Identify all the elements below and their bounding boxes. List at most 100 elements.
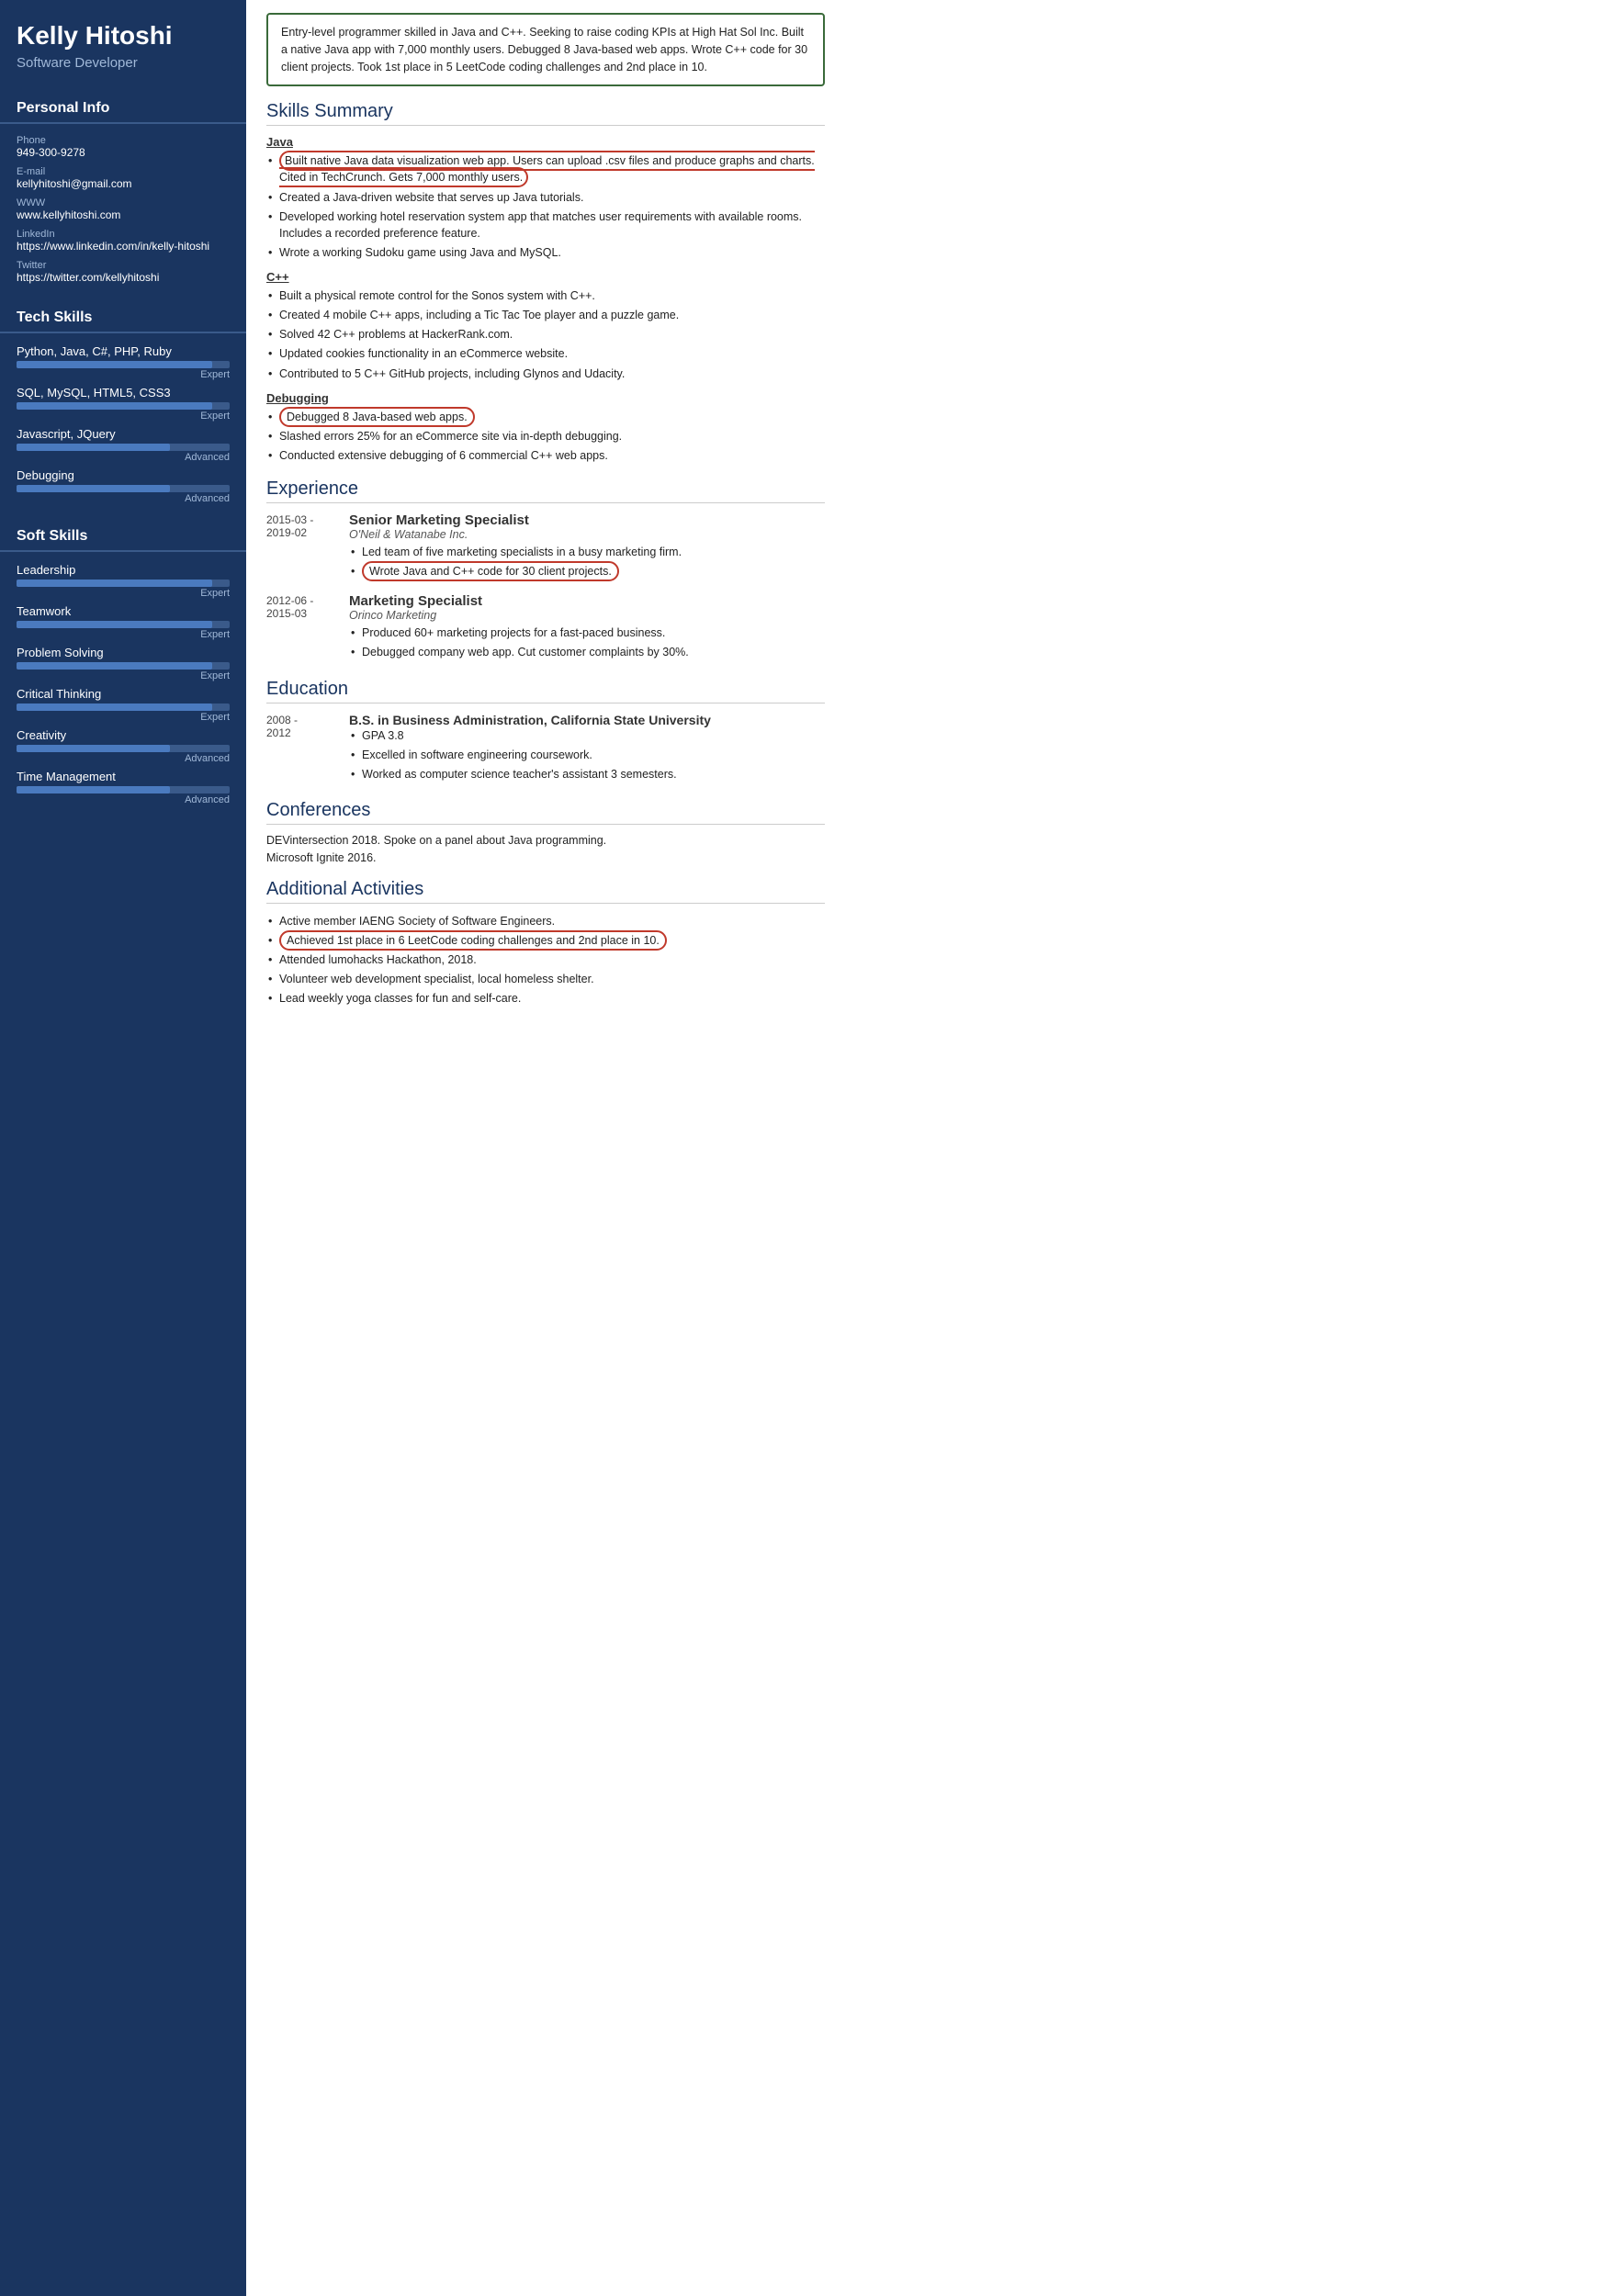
java-bullet-4: Wrote a working Sudoku game using Java a… [266, 244, 825, 261]
skill-teamwork: Teamwork Expert [0, 601, 246, 642]
sidebar-header: Kelly Hitoshi Software Developer [0, 0, 246, 84]
edu-bullet-1-1: GPA 3.8 [349, 727, 825, 744]
debugging-bullet-2: Slashed errors 25% for an eCommerce site… [266, 428, 825, 445]
exp-company-2: Orinco Marketing [349, 609, 825, 622]
education-item-1: 2008 -2012 B.S. in Business Administrati… [266, 713, 825, 785]
additional-bullet-3: Attended lumohacks Hackathon, 2018. [266, 951, 825, 968]
summary-box: Entry-level programmer skilled in Java a… [266, 13, 825, 86]
email-label: E-mail [17, 166, 230, 177]
skill-creativity-bar-fill [17, 745, 170, 752]
skill-sql-label: SQL, MySQL, HTML5, CSS3 [17, 386, 230, 400]
sidebar: Kelly Hitoshi Software Developer Persona… [0, 0, 246, 2296]
java-title: Java [266, 135, 825, 149]
skill-debugging-bar-bg [17, 485, 230, 492]
skill-javascript-label: Javascript, JQuery [17, 427, 230, 441]
cpp-bullet-5: Contributed to 5 C++ GitHub projects, in… [266, 366, 825, 382]
edu-bullet-1-2: Excelled in software engineering coursew… [349, 747, 825, 763]
skill-leadership-bar-fill [17, 580, 212, 587]
edu-title-1: B.S. in Business Administration, Califor… [349, 713, 825, 727]
additional-title: Additional Activities [266, 879, 825, 904]
edu-content-1: B.S. in Business Administration, Califor… [349, 713, 825, 785]
email-value: kellyhitoshi@gmail.com [17, 177, 230, 190]
debugging-bullet-3: Conducted extensive debugging of 6 comme… [266, 447, 825, 464]
skill-python-label: Python, Java, C#, PHP, Ruby [17, 344, 230, 358]
candidate-name: Kelly Hitoshi [17, 20, 230, 51]
candidate-title: Software Developer [17, 55, 230, 71]
skill-sql-bar-bg [17, 402, 230, 410]
linkedin-info: LinkedIn https://www.linkedin.com/in/kel… [0, 225, 246, 256]
skill-critical-thinking-label: Critical Thinking [17, 687, 230, 701]
skill-critical-thinking: Critical Thinking Expert [0, 683, 246, 725]
conferences-title: Conferences [266, 800, 825, 825]
summary-text: Entry-level programmer skilled in Java a… [281, 26, 807, 73]
linkedin-value: https://www.linkedin.com/in/kelly-hitosh… [17, 240, 230, 253]
skill-time-management-level: Advanced [17, 794, 230, 805]
skill-critical-thinking-level: Expert [17, 712, 230, 723]
additional-bullet-5: Lead weekly yoga classes for fun and sel… [266, 990, 825, 1007]
twitter-info: Twitter https://twitter.com/kellyhitoshi [0, 256, 246, 287]
exp-bullets-2: Produced 60+ marketing projects for a fa… [349, 625, 825, 660]
java-bullet-3: Developed working hotel reservation syst… [266, 208, 825, 242]
java-bullet-2: Created a Java-driven website that serve… [266, 189, 825, 206]
skill-python-level: Expert [17, 369, 230, 380]
personal-info-section: Personal Info Phone 949-300-9278 E-mail … [0, 84, 246, 293]
skill-teamwork-label: Teamwork [17, 604, 230, 618]
experience-item-1: 2015-03 -2019-02 Senior Marketing Specia… [266, 512, 825, 582]
skill-creativity-label: Creativity [17, 728, 230, 742]
cpp-bullets: Built a physical remote control for the … [266, 287, 825, 382]
www-value: www.kellyhitoshi.com [17, 208, 230, 221]
skill-sql-level: Expert [17, 411, 230, 422]
exp-title-2: Marketing Specialist [349, 593, 825, 609]
linkedin-label: LinkedIn [17, 229, 230, 240]
skill-time-management-bar-bg [17, 786, 230, 793]
additional-bullet-1: Active member IAENG Society of Software … [266, 913, 825, 929]
conference-2: Microsoft Ignite 2016. [266, 851, 825, 864]
edu-bullets-1: GPA 3.8 Excelled in software engineering… [349, 727, 825, 782]
skill-javascript-bar-bg [17, 444, 230, 451]
www-label: WWW [17, 197, 230, 208]
skill-debugging: Debugging Advanced [0, 465, 246, 506]
tech-skills-title: Tech Skills [0, 302, 246, 333]
skill-teamwork-bar-fill [17, 621, 212, 628]
tech-skills-section: Tech Skills Python, Java, C#, PHP, Ruby … [0, 293, 246, 512]
cpp-bullet-4: Updated cookies functionality in an eCom… [266, 345, 825, 362]
skill-creativity: Creativity Advanced [0, 725, 246, 766]
java-bullet-1: Built native Java data visualization web… [266, 152, 825, 186]
debugging-bullet-1: Debugged 8 Java-based web apps. [266, 409, 825, 425]
twitter-value: https://twitter.com/kellyhitoshi [17, 271, 230, 284]
skill-python: Python, Java, C#, PHP, Ruby Expert [0, 341, 246, 382]
edu-bullet-1-3: Worked as computer science teacher's ass… [349, 766, 825, 782]
skill-problem-solving-label: Problem Solving [17, 646, 230, 659]
cpp-bullet-1: Built a physical remote control for the … [266, 287, 825, 304]
java-highlight-1: Built native Java data visualization web… [279, 151, 815, 187]
debugging-title: Debugging [266, 391, 825, 405]
cpp-bullet-3: Solved 42 C++ problems at HackerRank.com… [266, 326, 825, 343]
debugging-highlight-1: Debugged 8 Java-based web apps. [279, 407, 475, 427]
phone-info: Phone 949-300-9278 [0, 131, 246, 163]
skill-time-management-label: Time Management [17, 770, 230, 783]
skill-debugging-level: Advanced [17, 493, 230, 504]
additional-bullet-4: Volunteer web development specialist, lo… [266, 971, 825, 987]
java-bullets: Built native Java data visualization web… [266, 152, 825, 261]
skill-leadership-label: Leadership [17, 563, 230, 577]
exp-bullets-1: Led team of five marketing specialists i… [349, 544, 825, 580]
soft-skills-title: Soft Skills [0, 521, 246, 552]
skill-problem-solving: Problem Solving Expert [0, 642, 246, 683]
skill-leadership-level: Expert [17, 588, 230, 599]
exp-title-1: Senior Marketing Specialist [349, 512, 825, 528]
exp-content-2: Marketing Specialist Orinco Marketing Pr… [349, 593, 825, 663]
www-info: WWW www.kellyhitoshi.com [0, 194, 246, 225]
skill-sql: SQL, MySQL, HTML5, CSS3 Expert [0, 382, 246, 423]
conference-1: DEVintersection 2018. Spoke on a panel a… [266, 834, 825, 847]
skill-critical-thinking-bar-bg [17, 703, 230, 711]
exp-highlight-1-2: Wrote Java and C++ code for 30 client pr… [362, 561, 619, 581]
experience-title: Experience [266, 478, 825, 503]
phone-label: Phone [17, 135, 230, 146]
skill-debugging-bar-fill [17, 485, 170, 492]
email-info: E-mail kellyhitoshi@gmail.com [0, 163, 246, 194]
cpp-title: C++ [266, 270, 825, 284]
soft-skills-section: Soft Skills Leadership Expert Teamwork E… [0, 512, 246, 813]
exp-dates-2: 2012-06 -2015-03 [266, 593, 349, 663]
exp-bullet-1-1: Led team of five marketing specialists i… [349, 544, 825, 560]
cpp-bullet-2: Created 4 mobile C++ apps, including a T… [266, 307, 825, 323]
